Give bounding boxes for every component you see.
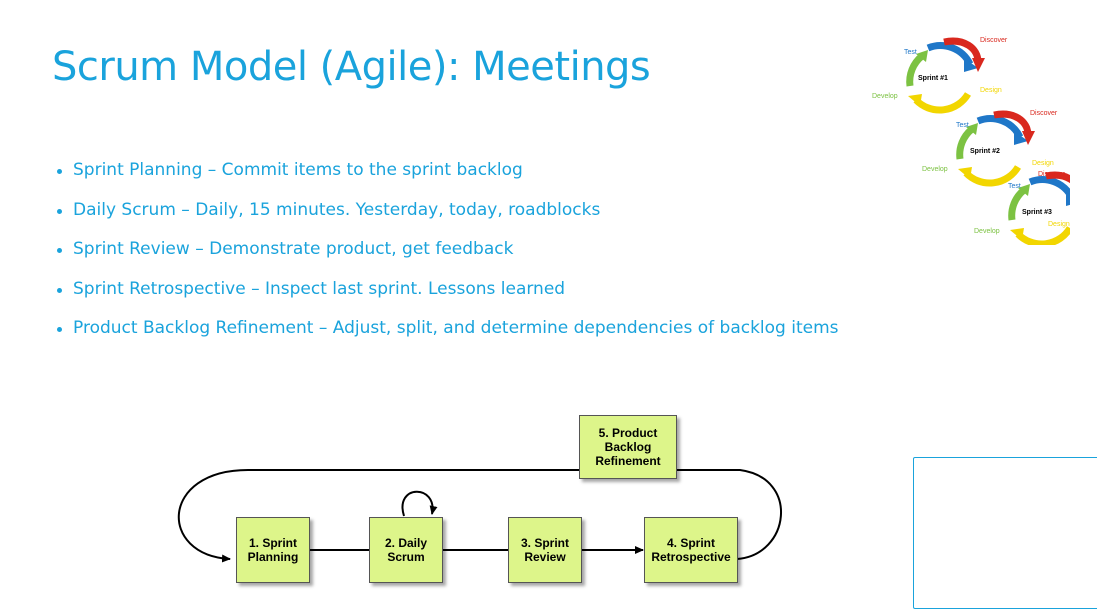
- cycle1-test-label: Test: [904, 49, 917, 56]
- node-backlog-refinement: 5. Product Backlog Refinement: [579, 415, 677, 479]
- cycle1-develop-label: Develop: [872, 93, 898, 100]
- cycle1-discover-label: Discover: [980, 37, 1008, 44]
- node-label: 3. Sprint Review: [520, 536, 569, 564]
- cycle3-discover-label: Discover: [1038, 171, 1066, 178]
- node-sprint-planning: 1. Sprint Planning: [236, 517, 310, 583]
- cycle3-design-label: Design: [1048, 221, 1070, 228]
- empty-panel: [913, 457, 1097, 609]
- cycle2-discover-label: Discover: [1030, 110, 1058, 117]
- cycle1-design-label: Design: [980, 87, 1002, 94]
- cycle3-test-label: Test: [1008, 183, 1021, 190]
- cycle1-sprint-label: Sprint #1: [918, 75, 948, 82]
- node-label: 1. Sprint Planning: [247, 536, 299, 564]
- cycle3-sprint-label: Sprint #3: [1022, 209, 1052, 216]
- node-sprint-review: 3. Sprint Review: [508, 517, 582, 583]
- node-label: 2. Daily Scrum: [384, 536, 428, 564]
- daily-self-loop: [401, 490, 438, 517]
- cycle2-design-label: Design: [1032, 160, 1054, 167]
- node-daily-scrum: 2. Daily Scrum: [369, 517, 443, 583]
- cycle2-sprint-label: Sprint #2: [970, 148, 1000, 155]
- cycle2-test-label: Test: [956, 122, 969, 129]
- cycle2-develop-label: Develop: [922, 166, 948, 173]
- sprint-cycles-graphic: Sprint #1 Test Discover Design Develop S…: [872, 37, 1070, 245]
- node-label: 5. Product Backlog Refinement: [595, 426, 661, 468]
- node-sprint-retrospective: 4. Sprint Retrospective: [644, 517, 738, 583]
- node-label: 4. Sprint Retrospective: [651, 536, 731, 564]
- cycle3-develop-label: Develop: [974, 228, 1000, 235]
